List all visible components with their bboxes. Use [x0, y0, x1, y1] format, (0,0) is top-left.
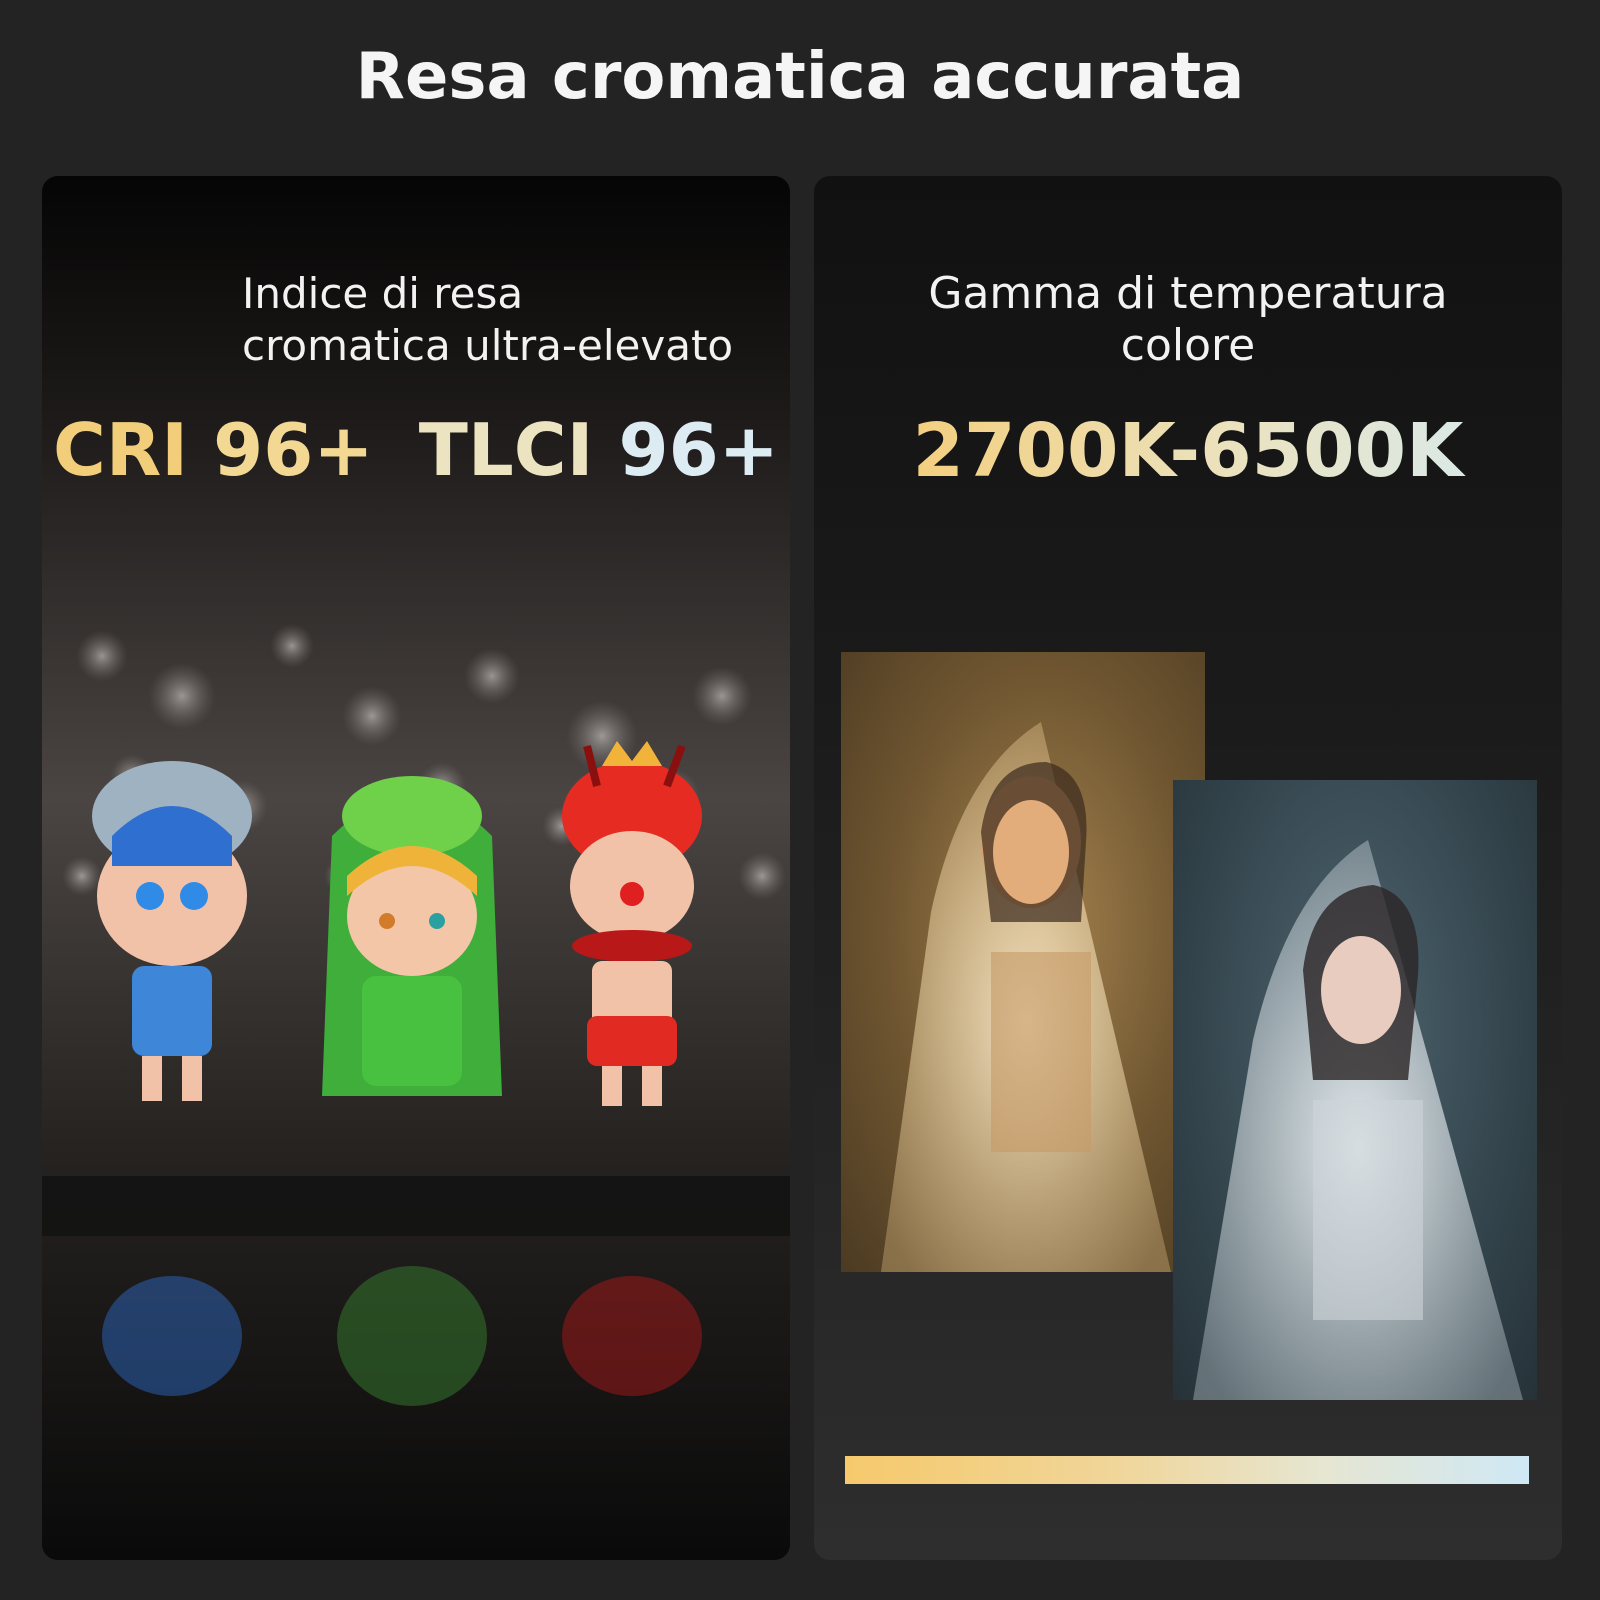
cct-subtitle-line1: Gamma di temperatura	[928, 268, 1448, 319]
cct-subtitle-line2: colore	[1120, 320, 1256, 371]
cri-value: 96+	[213, 408, 374, 492]
cri-subtitle: Indice di resa cromatica ultra-elevato	[242, 268, 782, 372]
tlci-label: TLCI	[418, 408, 594, 492]
cri-stat: CRI 96+	[53, 408, 399, 492]
figurines-photo	[42, 176, 790, 1560]
cri-panel: Indice di resa cromatica ultra-elevato C…	[42, 176, 790, 1560]
cri-subtitle-line2: cromatica ultra-elevato	[242, 321, 734, 370]
page-title: Resa cromatica accurata	[355, 40, 1245, 114]
cri-subtitle-line1: Indice di resa	[242, 269, 524, 318]
cri-label: CRI	[53, 408, 189, 492]
cool-portrait-photo	[1173, 780, 1537, 1400]
warm-portrait-photo	[841, 652, 1205, 1272]
cct-panel: Gamma di temperatura colore 2700K-6500K	[814, 176, 1562, 1560]
tlci-stat: TLCI 96+	[419, 408, 779, 492]
color-temperature-bar	[845, 1456, 1529, 1484]
green-figurine	[322, 776, 502, 1096]
cct-range: 2700K-6500K	[814, 408, 1562, 494]
cri-tlci-stats: CRI 96+ TLCI 96+	[42, 408, 790, 492]
cct-subtitle: Gamma di temperatura colore	[814, 268, 1562, 372]
tlci-value: 96+	[618, 408, 779, 492]
